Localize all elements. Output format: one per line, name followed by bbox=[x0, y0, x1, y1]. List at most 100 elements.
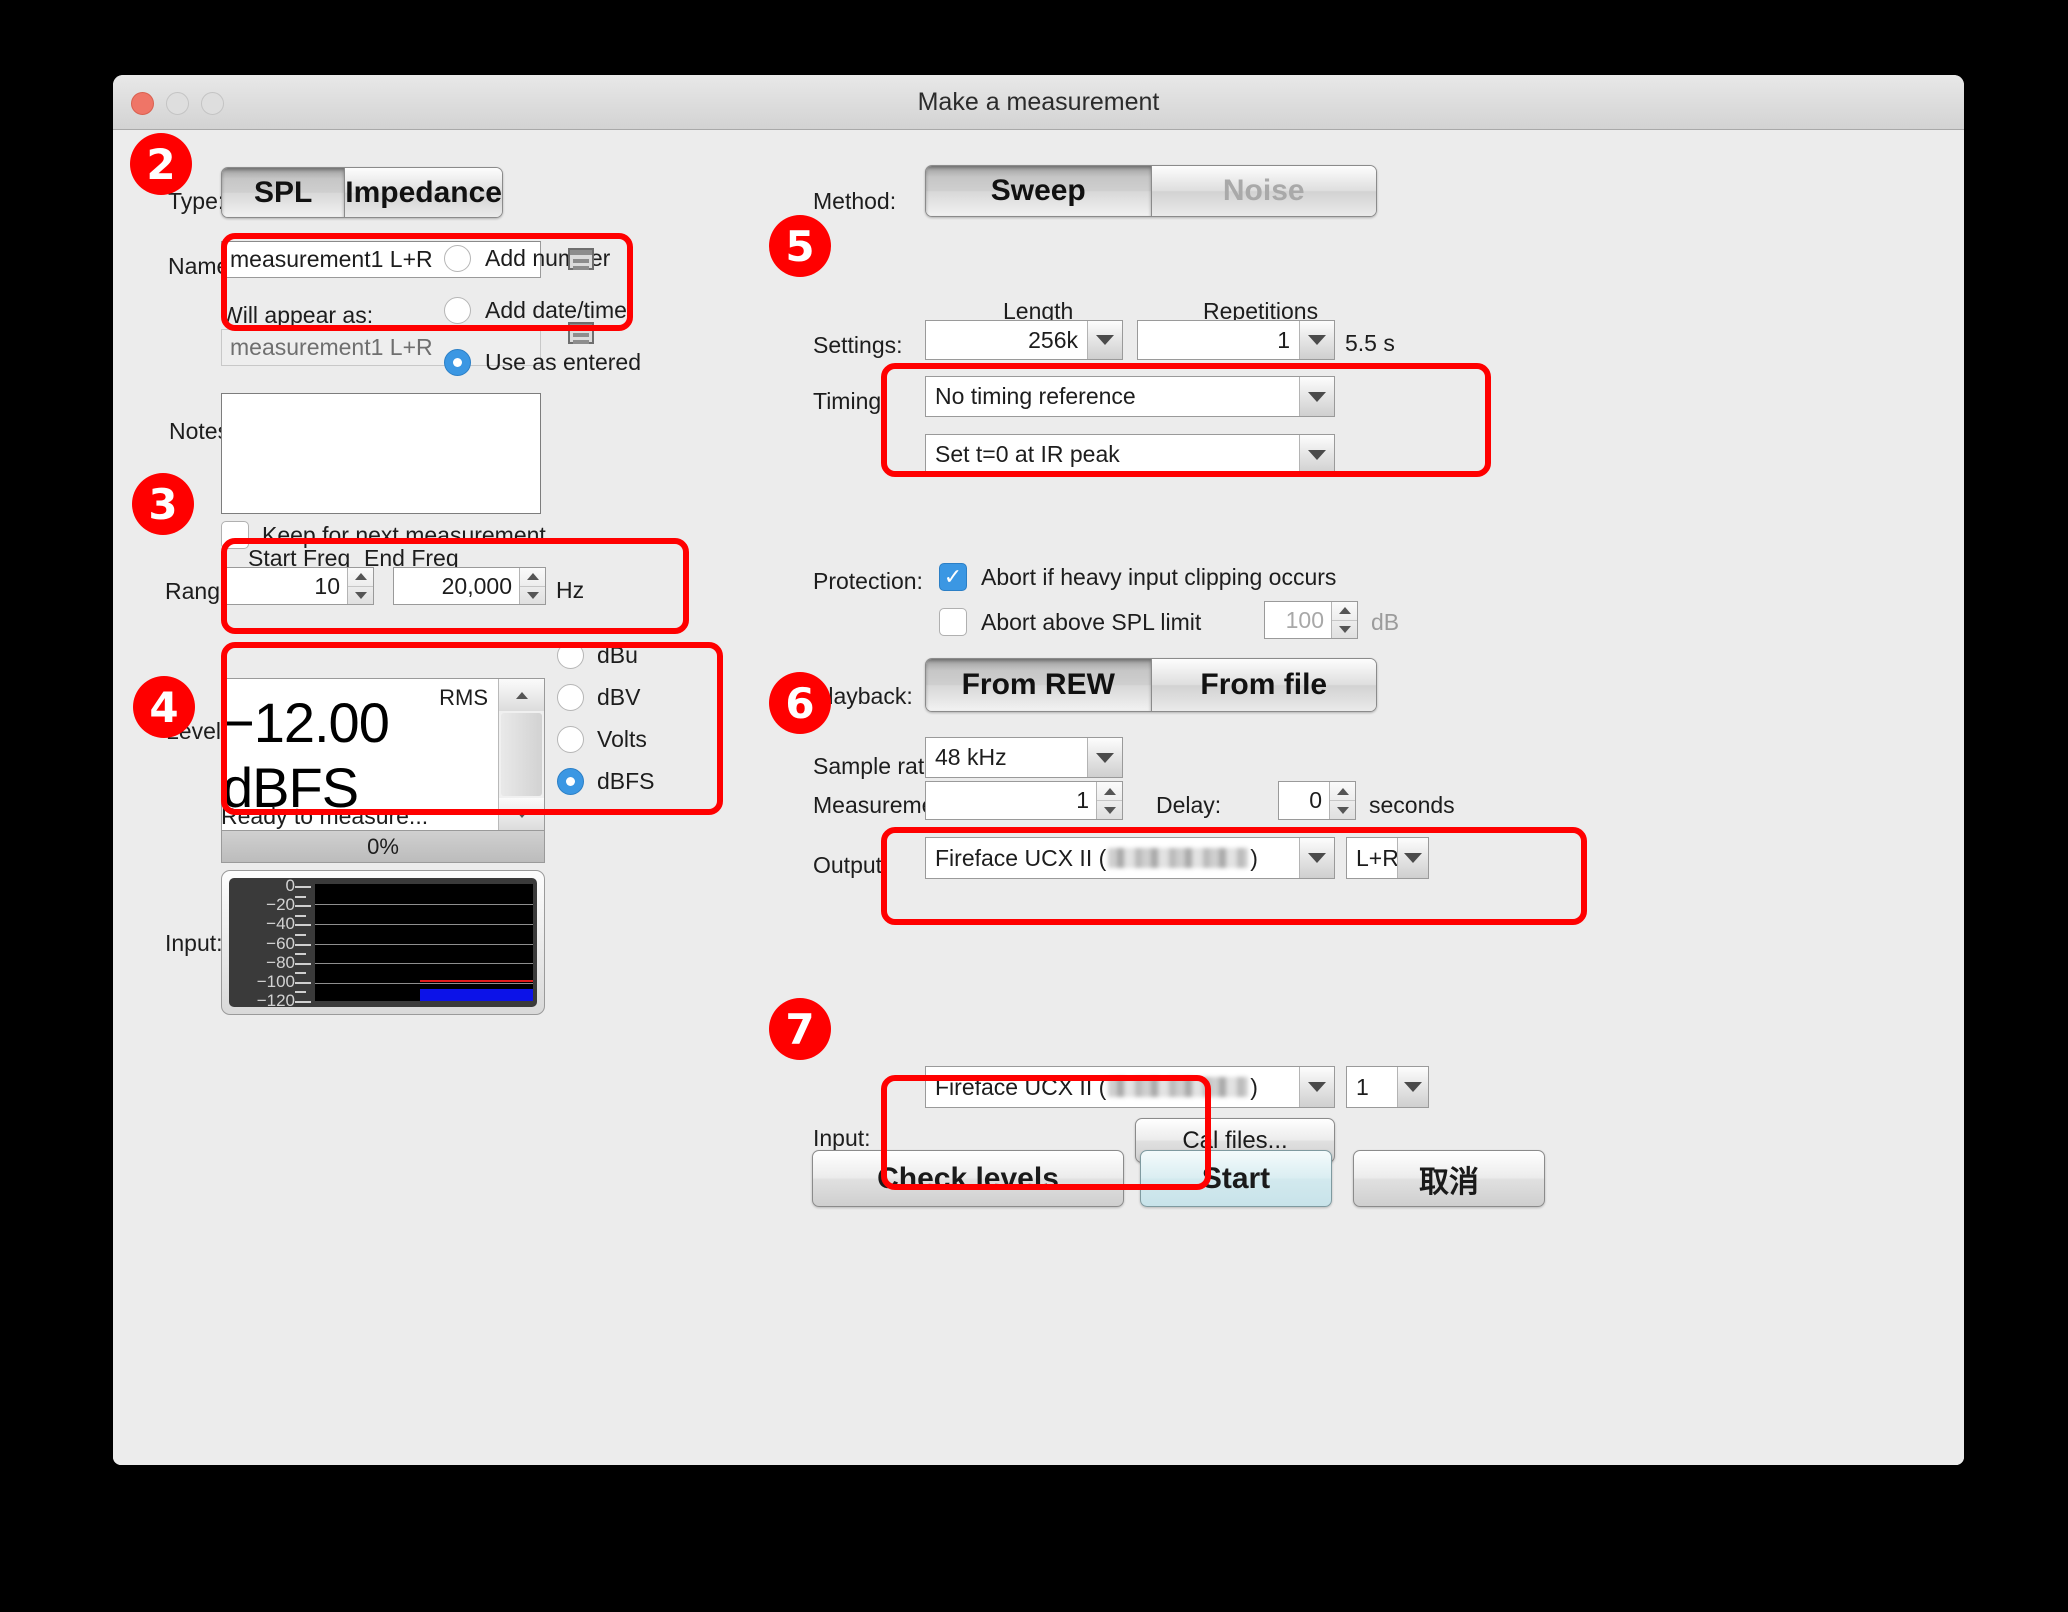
delay-stepper[interactable] bbox=[1329, 782, 1355, 819]
spl-limit-down-icon[interactable] bbox=[1332, 620, 1357, 639]
window-title: Make a measurement bbox=[113, 75, 1964, 129]
abort-clipping-row[interactable]: ✓ Abort if heavy input clipping occurs bbox=[939, 563, 1336, 591]
callout-badge-6: 6 bbox=[769, 672, 831, 734]
radio-add-number-icon[interactable] bbox=[444, 245, 471, 272]
radio-dbv-icon[interactable] bbox=[557, 684, 584, 711]
end-freq-stepper[interactable] bbox=[519, 568, 545, 604]
input-device-combo[interactable]: Fireface UCX II () bbox=[925, 1066, 1335, 1108]
spl-limit-up-icon[interactable] bbox=[1332, 602, 1357, 620]
notes-textarea[interactable] bbox=[221, 393, 541, 514]
spl-limit-value[interactable]: 100 bbox=[1265, 602, 1331, 638]
level-unit-dbfs[interactable]: dBFS bbox=[557, 768, 655, 795]
abort-clipping-checkbox[interactable]: ✓ bbox=[939, 563, 967, 591]
timing-reference-value[interactable]: No timing reference bbox=[926, 377, 1299, 416]
radio-use-as-entered-icon[interactable] bbox=[444, 349, 471, 376]
input-device-value[interactable]: Fireface UCX II () bbox=[926, 1067, 1299, 1107]
radio-dbu-icon[interactable] bbox=[557, 642, 584, 669]
output-channel-value[interactable]: L+R bbox=[1347, 838, 1397, 878]
abort-spl-checkbox[interactable] bbox=[939, 608, 967, 636]
delay-up-icon[interactable] bbox=[1330, 782, 1355, 800]
spl-limit-spinner[interactable]: 100 bbox=[1264, 601, 1358, 639]
start-freq-value[interactable]: 10 bbox=[222, 568, 347, 604]
cancel-button[interactable]: 取消 bbox=[1353, 1150, 1545, 1207]
keep-for-next-measurement-checkbox[interactable] bbox=[221, 521, 249, 549]
timing-t0-combo[interactable]: Set t=0 at IR peak bbox=[925, 434, 1335, 475]
measurements-down-icon[interactable] bbox=[1097, 800, 1122, 819]
measurements-value[interactable]: 1 bbox=[926, 782, 1096, 819]
end-freq-up-icon[interactable] bbox=[520, 568, 545, 586]
end-freq-value[interactable]: 20,000 bbox=[394, 568, 519, 604]
meter-scale-label: −40 bbox=[266, 914, 295, 934]
playback-segmented-control[interactable]: From REW From file bbox=[925, 658, 1377, 712]
input-channel-value[interactable]: 1 bbox=[1347, 1067, 1397, 1107]
length-dropdown-icon[interactable] bbox=[1087, 321, 1122, 359]
sample-rate-value[interactable]: 48 kHz bbox=[926, 738, 1087, 777]
level-unit-volts[interactable]: Volts bbox=[557, 726, 647, 753]
callout-badge-2: 2 bbox=[130, 133, 192, 195]
input-device-dropdown-icon[interactable] bbox=[1299, 1067, 1334, 1107]
input-channel-dropdown-icon[interactable] bbox=[1397, 1067, 1428, 1107]
playback-option-from-rew[interactable]: From REW bbox=[926, 659, 1151, 711]
playback-option-from-file[interactable]: From file bbox=[1151, 659, 1377, 711]
start-freq-up-icon[interactable] bbox=[348, 568, 373, 586]
check-levels-button[interactable]: Check levels bbox=[812, 1150, 1124, 1207]
add-datetime-settings-icon[interactable] bbox=[568, 322, 594, 344]
level-scroll-control[interactable] bbox=[498, 679, 544, 830]
level-unit-dbu[interactable]: dBu bbox=[557, 642, 638, 669]
start-freq-spinner[interactable]: 10 bbox=[221, 567, 374, 605]
type-segmented-control[interactable]: SPL Impedance bbox=[221, 167, 503, 218]
meter-scale-label: −80 bbox=[266, 953, 295, 973]
freq-unit-label: Hz bbox=[556, 577, 584, 604]
length-value[interactable]: 256k bbox=[926, 321, 1087, 359]
radio-dbfs-icon[interactable] bbox=[557, 768, 584, 795]
start-button[interactable]: Start bbox=[1140, 1150, 1332, 1207]
delay-down-icon[interactable] bbox=[1330, 800, 1355, 819]
level-scroll-thumb[interactable] bbox=[501, 713, 542, 796]
sample-rate-combo[interactable]: 48 kHz bbox=[925, 737, 1123, 778]
abort-spl-row[interactable]: Abort above SPL limit bbox=[939, 608, 1201, 636]
spl-limit-stepper[interactable] bbox=[1331, 602, 1357, 638]
start-freq-stepper[interactable] bbox=[347, 568, 373, 604]
delay-spinner[interactable]: 0 bbox=[1278, 781, 1356, 820]
delay-value[interactable]: 0 bbox=[1279, 782, 1329, 819]
progress-bar: 0% bbox=[221, 830, 545, 863]
naming-option-add-datetime[interactable]: Add date/time bbox=[444, 297, 627, 324]
timing-t0-value[interactable]: Set t=0 at IR peak bbox=[926, 435, 1299, 474]
method-option-sweep[interactable]: Sweep bbox=[926, 166, 1151, 216]
repetitions-combo[interactable]: 1 bbox=[1137, 320, 1335, 360]
redacted-device-name bbox=[1108, 848, 1248, 868]
output-device-value[interactable]: Fireface UCX II () bbox=[926, 838, 1299, 878]
repetitions-value[interactable]: 1 bbox=[1138, 321, 1299, 359]
length-combo[interactable]: 256k bbox=[925, 320, 1123, 360]
timing-reference-dropdown-icon[interactable] bbox=[1299, 377, 1334, 416]
input-channel-combo[interactable]: 1 bbox=[1346, 1066, 1429, 1108]
radio-volts-icon[interactable] bbox=[557, 726, 584, 753]
add-number-settings-icon[interactable] bbox=[568, 248, 594, 270]
start-freq-down-icon[interactable] bbox=[348, 586, 373, 605]
measurements-stepper[interactable] bbox=[1096, 782, 1122, 819]
level-unit-dbv[interactable]: dBV bbox=[557, 684, 640, 711]
output-device-combo[interactable]: Fireface UCX II () bbox=[925, 837, 1335, 879]
meter-plot bbox=[315, 884, 533, 1001]
output-channel-combo[interactable]: L+R bbox=[1346, 837, 1429, 879]
type-option-impedance[interactable]: Impedance bbox=[344, 168, 502, 217]
naming-option-use-as-entered-label: Use as entered bbox=[485, 349, 641, 376]
meter-peak-line bbox=[420, 980, 533, 982]
type-option-spl[interactable]: SPL bbox=[222, 168, 344, 217]
level-decrease-icon[interactable] bbox=[499, 798, 544, 830]
method-option-noise[interactable]: Noise bbox=[1151, 166, 1377, 216]
end-freq-spinner[interactable]: 20,000 bbox=[393, 567, 546, 605]
timing-t0-dropdown-icon[interactable] bbox=[1299, 435, 1334, 474]
output-channel-dropdown-icon[interactable] bbox=[1397, 838, 1428, 878]
measurements-up-icon[interactable] bbox=[1097, 782, 1122, 800]
measurements-spinner[interactable]: 1 bbox=[925, 781, 1123, 820]
timing-reference-combo[interactable]: No timing reference bbox=[925, 376, 1335, 417]
method-segmented-control[interactable]: Sweep Noise bbox=[925, 165, 1377, 217]
sample-rate-dropdown-icon[interactable] bbox=[1087, 738, 1122, 777]
radio-add-datetime-icon[interactable] bbox=[444, 297, 471, 324]
output-device-dropdown-icon[interactable] bbox=[1299, 838, 1334, 878]
end-freq-down-icon[interactable] bbox=[520, 586, 545, 605]
repetitions-dropdown-icon[interactable] bbox=[1299, 321, 1334, 359]
level-increase-icon[interactable] bbox=[499, 679, 544, 711]
naming-option-use-as-entered[interactable]: Use as entered bbox=[444, 349, 641, 376]
